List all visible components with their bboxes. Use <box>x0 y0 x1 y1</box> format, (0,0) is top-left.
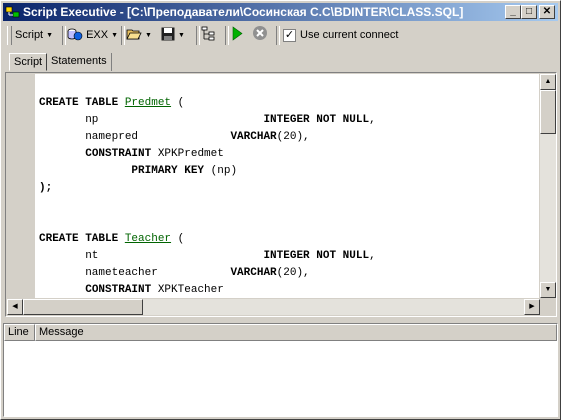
code-text: namepred <box>39 131 231 143</box>
code-text: , <box>369 114 376 126</box>
open-file-button[interactable]: ▼ <box>126 25 158 46</box>
sql-keyword: PRIMARY KEY <box>131 165 205 177</box>
code-text: (20), <box>276 267 310 279</box>
minimize-button[interactable]: _ <box>505 5 521 19</box>
stop-icon <box>253 26 267 40</box>
tab-statements[interactable]: Statements <box>47 53 112 71</box>
scroll-right-button[interactable]: ▶ <box>524 299 540 315</box>
checkmark-icon[interactable]: ✓ <box>283 29 296 42</box>
pane-splitter[interactable] <box>3 318 558 322</box>
statement-tree-button[interactable] <box>201 25 221 46</box>
scrollbar-corner <box>540 299 556 315</box>
toolbar: Script ▼ EXX ▼ ▼ ▼ ✓ Use current connect <box>3 23 558 48</box>
script-menu-button[interactable]: Script ▼ <box>15 25 59 46</box>
toolbar-separator <box>196 26 200 45</box>
vertical-scroll-thumb[interactable] <box>540 90 556 134</box>
table-name: Predmet <box>124 97 172 109</box>
code-line: namepred VARCHAR(20), <box>39 129 310 146</box>
code-text: ( <box>171 97 185 109</box>
messages-header: Line Message <box>4 324 557 341</box>
sql-keyword: CONSTRAINT <box>85 148 152 160</box>
dropdown-arrow-icon: ▼ <box>46 32 54 39</box>
use-current-connect-label: Use current connect <box>300 29 399 41</box>
sql-keyword: CREATE TABLE <box>39 97 125 109</box>
title-bar[interactable]: Script Executive - [C:\Преподаватели\Сос… <box>3 3 558 21</box>
code-line: CONSTRAINT XPKPredmet <box>39 146 224 163</box>
horizontal-scroll-thumb[interactable] <box>23 299 143 315</box>
sql-keyword: INTEGER NOT NULL <box>263 250 370 262</box>
code-text: ( <box>171 233 185 245</box>
line-gutter <box>7 74 36 298</box>
column-header-message[interactable]: Message <box>35 324 557 341</box>
sql-keyword: VARCHAR <box>230 267 277 279</box>
use-current-connect-checkbox[interactable]: ✓ Use current connect <box>283 25 408 46</box>
code-text: np <box>39 114 264 126</box>
sql-editor: CREATE TABLE Predmet ( np INTEGER NOT NU… <box>5 72 557 317</box>
code-text: (np) <box>204 165 238 177</box>
sql-keyword: INTEGER NOT NULL <box>263 114 370 126</box>
database-label: EXX <box>86 29 109 41</box>
sql-keyword: ); <box>39 182 53 194</box>
app-icon <box>5 6 20 18</box>
code-line: nameteacher VARCHAR(20), <box>39 265 310 282</box>
column-header-line[interactable]: Line <box>4 324 35 341</box>
code-text: XPKPredmet <box>151 148 224 160</box>
toolbar-separator <box>276 26 280 45</box>
save-file-button[interactable]: ▼ <box>161 25 193 46</box>
stop-script-button[interactable] <box>252 25 272 46</box>
toolbar-separator <box>121 26 125 45</box>
scroll-down-button[interactable]: ▼ <box>540 282 556 298</box>
horizontal-scrollbar[interactable]: ◀ ▶ <box>7 299 540 315</box>
code-text: nameteacher <box>39 267 231 279</box>
code-text: XPKTeacher <box>151 284 224 296</box>
scroll-left-button[interactable]: ◀ <box>7 299 23 315</box>
code-text: (20), <box>276 131 310 143</box>
code-line: CREATE TABLE Predmet ( <box>39 95 184 112</box>
play-icon <box>232 26 243 41</box>
close-button[interactable]: ✕ <box>539 5 555 19</box>
dropdown-arrow-icon: ▼ <box>111 32 119 39</box>
sql-keyword: CONSTRAINT <box>85 284 152 296</box>
sql-keyword: CREATE TABLE <box>39 233 125 245</box>
sql-keyword: VARCHAR <box>230 131 277 143</box>
script-executive-window: Script Executive - [C:\Преподаватели\Сос… <box>0 0 561 420</box>
dropdown-arrow-icon: ▼ <box>145 32 152 39</box>
open-folder-icon <box>126 29 142 40</box>
code-line: nt INTEGER NOT NULL, <box>39 248 376 265</box>
toolbar-separator <box>62 26 66 45</box>
scroll-up-button[interactable]: ▲ <box>540 74 556 90</box>
script-menu-label: Script <box>15 29 44 41</box>
code-line: PRIMARY KEY (np) <box>39 163 237 180</box>
code-line: np INTEGER NOT NULL, <box>39 112 376 129</box>
database-select-button[interactable]: EXX ▼ <box>67 25 119 46</box>
database-connection-icon <box>67 28 83 41</box>
code-text: , <box>369 250 376 262</box>
window-title: Script Executive - [C:\Преподаватели\Сос… <box>23 5 464 19</box>
code-line: CREATE TABLE Teacher ( <box>39 231 184 248</box>
maximize-button[interactable]: □ <box>521 5 537 19</box>
editor-tabs: Script Statements <box>3 51 558 71</box>
run-script-button[interactable] <box>230 25 250 46</box>
code-text: nt <box>39 250 264 262</box>
table-name: Teacher <box>124 233 172 245</box>
tab-script[interactable]: Script <box>9 53 48 71</box>
toolbar-separator <box>225 26 229 45</box>
sql-code-area[interactable]: CREATE TABLE Predmet ( np INTEGER NOT NU… <box>35 74 539 298</box>
code-line: ); <box>39 180 52 197</box>
tree-structure-icon <box>201 26 215 41</box>
toolbar-grip[interactable] <box>7 26 12 45</box>
code-line: CONSTRAINT XPKTeacher <box>39 282 224 298</box>
save-disk-icon <box>161 27 175 41</box>
dropdown-arrow-icon: ▼ <box>178 32 185 39</box>
vertical-scrollbar[interactable]: ▲ ▼ <box>540 74 556 298</box>
messages-panel: Line Message <box>3 323 558 417</box>
